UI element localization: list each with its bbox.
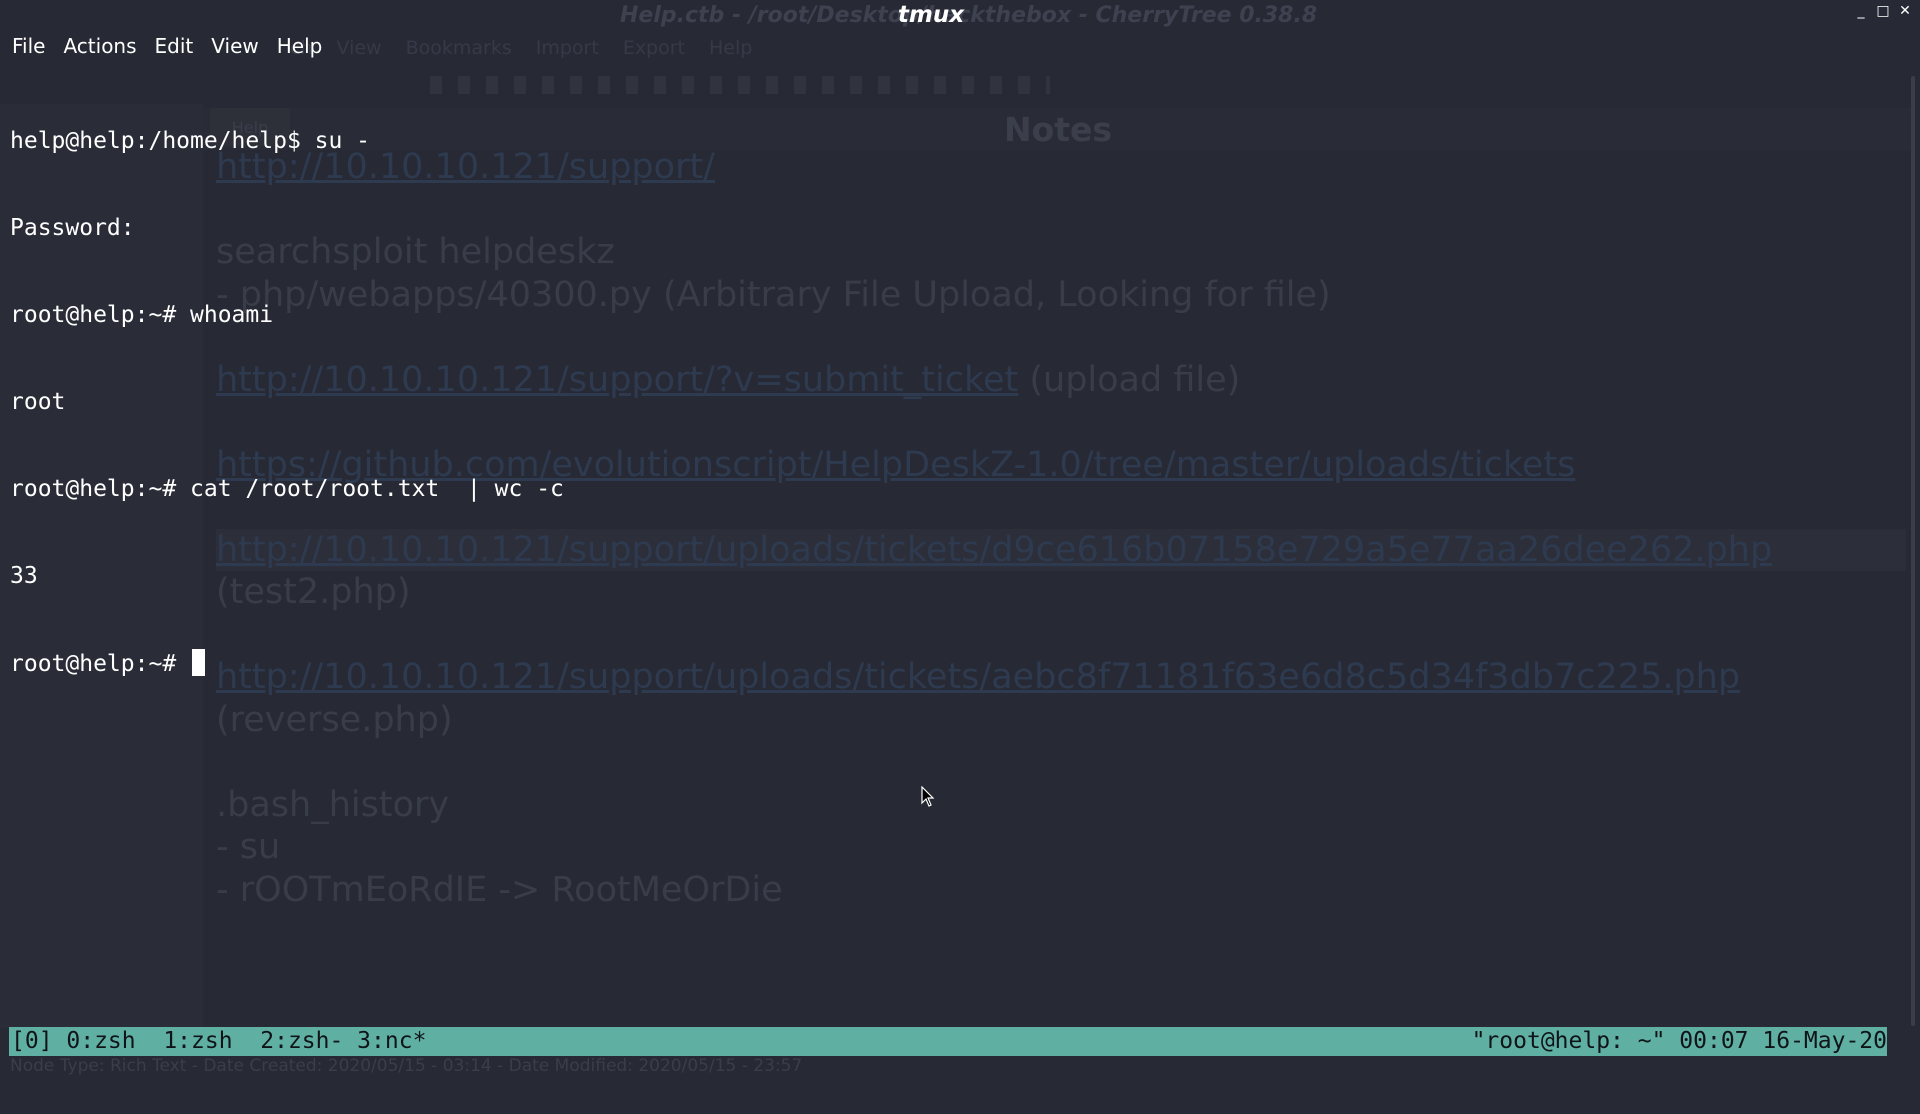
terminal-prompt-line[interactable]: root@help:~# bbox=[10, 649, 564, 678]
maximize-icon[interactable]: □ bbox=[1876, 4, 1890, 18]
title-bar: Help.ctb - /root/Desktop/hackthebox - Ch… bbox=[0, 0, 1920, 30]
menu-actions[interactable]: Actions bbox=[51, 34, 142, 58]
background-line: - rOOTmEoRdIE -> RootMeOrDie bbox=[216, 869, 783, 910]
minimize-icon[interactable]: _ bbox=[1854, 4, 1868, 18]
terminal-line: root@help:~# cat /root/root.txt | wc -c bbox=[10, 476, 564, 502]
background-line bbox=[216, 741, 1906, 784]
terminal-prompt: root@help:~# bbox=[10, 651, 191, 677]
terminal-output[interactable]: help@help:/home/help$ su - Password: roo… bbox=[10, 69, 564, 707]
background-line: - su bbox=[216, 827, 281, 867]
background-line: .bash_history bbox=[216, 784, 450, 825]
close-icon[interactable]: ✕ bbox=[1898, 4, 1912, 18]
background-menu-item: View bbox=[336, 37, 382, 59]
background-menubar: ch View Bookmarks Import Export Help bbox=[290, 37, 752, 59]
menu-file[interactable]: File bbox=[0, 34, 51, 58]
background-status-footer: Node Type: Rich Text - Date Created: 202… bbox=[10, 1056, 803, 1076]
background-menu-item: Export bbox=[622, 37, 686, 59]
menu-help[interactable]: Help bbox=[265, 34, 329, 58]
background-line: (upload file) bbox=[1018, 359, 1241, 400]
menu-edit[interactable]: Edit bbox=[143, 34, 200, 58]
tmux-window-list[interactable]: [0] 0:zsh 1:zsh 2:zsh- 3:nc* bbox=[11, 1027, 426, 1056]
mouse-pointer-icon bbox=[921, 786, 935, 807]
window-title: tmux bbox=[897, 2, 965, 28]
scrollbar[interactable] bbox=[1911, 76, 1915, 1026]
terminal-line: Password: bbox=[10, 215, 135, 241]
terminal-line: 33 bbox=[10, 563, 38, 589]
terminal-line: root@help:~# whoami bbox=[10, 302, 274, 328]
window-controls: _ □ ✕ bbox=[1854, 4, 1912, 18]
menu-view[interactable]: View bbox=[199, 34, 264, 58]
background-menu-item: Import bbox=[535, 37, 599, 59]
tmux-status-right: "root@help: ~" 00:07 16-May-20 bbox=[1471, 1028, 1887, 1054]
background-menu-item: Bookmarks bbox=[405, 37, 512, 59]
background-menu-item: Help bbox=[709, 37, 753, 59]
terminal-line: root bbox=[10, 389, 66, 415]
text-cursor bbox=[192, 649, 206, 676]
tmux-status-bar: [0] 0:zsh 1:zsh 2:zsh- 3:nc* "root@help:… bbox=[9, 1027, 1887, 1056]
menubar: File Actions Edit View Help bbox=[0, 30, 328, 62]
terminal-line: help@help:/home/help$ su - bbox=[10, 128, 371, 154]
